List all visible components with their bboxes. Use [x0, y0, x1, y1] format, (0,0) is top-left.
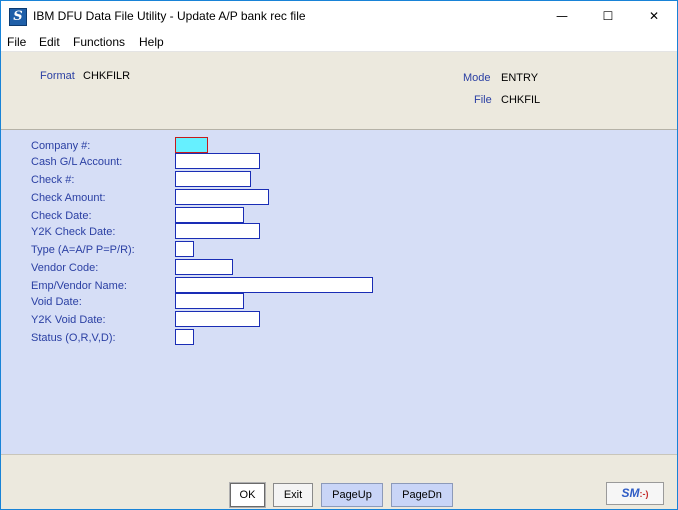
y2k-check-date-label: Y2K Check Date: — [31, 226, 116, 238]
file-label: File — [474, 94, 492, 106]
status-input[interactable] — [175, 329, 194, 345]
y2k-void-date-label: Y2K Void Date: — [31, 314, 106, 326]
check-date-input[interactable] — [175, 207, 244, 223]
app-s-icon: S — [9, 8, 27, 26]
ok-button[interactable]: OK — [230, 483, 265, 507]
check-number-input[interactable] — [175, 171, 251, 187]
format-label: Format — [40, 70, 75, 82]
menu-help[interactable]: Help — [139, 35, 164, 49]
page-down-button[interactable]: PageDn — [391, 483, 453, 507]
check-date-label: Check Date: — [31, 210, 92, 222]
menu-bar: File Edit Functions Help — [1, 32, 677, 52]
type-input[interactable] — [175, 241, 194, 257]
check-amount-input[interactable] — [175, 189, 269, 205]
y2k-check-date-input[interactable] — [175, 223, 260, 239]
smiley-icon: :-) — [639, 489, 649, 499]
emp-vendor-name-input[interactable] — [175, 277, 373, 293]
file-value: CHKFIL — [501, 94, 541, 106]
entry-form: Company #: Cash G/L Account: Check #: Ch… — [1, 131, 677, 454]
maximize-button[interactable]: ☐ — [585, 1, 631, 32]
emp-vendor-name-label: Emp/Vendor Name: — [31, 280, 127, 292]
type-label: Type (A=A/P P=P/R): — [31, 244, 135, 256]
check-number-label: Check #: — [31, 174, 75, 186]
void-date-label: Void Date: — [31, 296, 82, 308]
window-title: IBM DFU Data File Utility - Update A/P b… — [33, 9, 306, 23]
sm-logo-icon: SM — [621, 486, 640, 500]
dfu-window: S IBM DFU Data File Utility - Update A/P… — [0, 0, 678, 510]
mode-value: ENTRY — [501, 72, 539, 84]
y2k-void-date-input[interactable] — [175, 311, 260, 327]
mode-label: Mode — [463, 72, 491, 84]
page-up-button[interactable]: PageUp — [321, 483, 383, 507]
cash-gl-account-label: Cash G/L Account: — [31, 156, 123, 168]
vendor-code-input[interactable] — [175, 259, 233, 275]
format-value: CHKFILR — [83, 70, 131, 82]
exit-button[interactable]: Exit — [273, 483, 313, 507]
status-label: Status (O,R,V,D): — [31, 332, 116, 344]
menu-functions[interactable]: Functions — [73, 35, 125, 49]
company-label: Company #: — [31, 140, 91, 152]
menu-edit[interactable]: Edit — [39, 35, 60, 49]
check-amount-label: Check Amount: — [31, 192, 106, 204]
header-panel: Format CHKFILR Mode ENTRY File CHKFIL — [1, 52, 677, 130]
title-bar[interactable]: S IBM DFU Data File Utility - Update A/P… — [1, 1, 677, 32]
sm-logo-button[interactable]: SM:-) — [606, 482, 664, 505]
close-button[interactable]: ✕ — [631, 1, 677, 32]
minimize-button[interactable]: — — [539, 1, 585, 32]
company-input[interactable] — [175, 137, 208, 153]
vendor-code-label: Vendor Code: — [31, 262, 99, 274]
cash-gl-account-input[interactable] — [175, 153, 260, 169]
button-bar: OK Exit PageUp PageDn SM:-) — [1, 454, 677, 509]
void-date-input[interactable] — [175, 293, 244, 309]
menu-file[interactable]: File — [7, 35, 26, 49]
